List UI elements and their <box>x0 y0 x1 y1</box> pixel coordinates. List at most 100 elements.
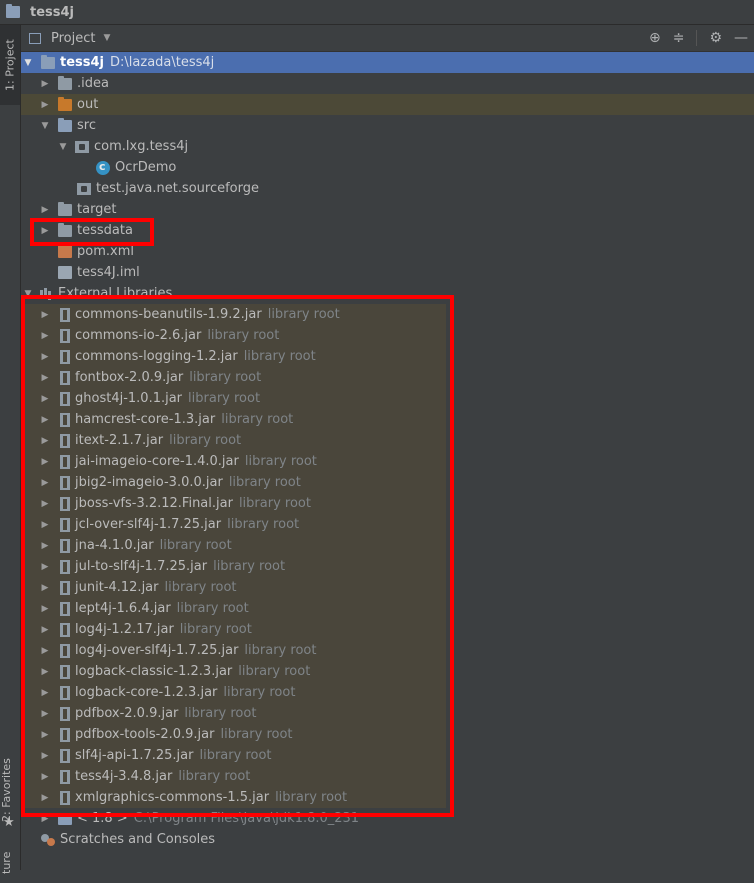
library-item[interactable]: ▶ hamcrest-core-1.3.jar library root <box>21 409 446 430</box>
tree-item-scratches[interactable]: Scratches and Consoles <box>21 829 754 850</box>
project-tree: ▼ tess4j D:\lazada\tess4j ▶ .idea ▶ out … <box>21 52 754 870</box>
window-title: tess4j <box>30 4 75 20</box>
collapsed-arrow-icon[interactable]: ▶ <box>40 478 50 488</box>
collapsed-arrow-icon[interactable]: ▶ <box>40 457 50 467</box>
structure-tool-tab[interactable]: ture <box>0 843 20 883</box>
library-item[interactable]: ▶ jai-imageio-core-1.4.0.jar library root <box>21 451 446 472</box>
tree-item-idea[interactable]: ▶ .idea <box>21 73 754 94</box>
gear-icon[interactable]: ⚙ <box>709 30 722 46</box>
collapsed-arrow-icon[interactable]: ▶ <box>40 436 50 446</box>
collapsed-arrow-icon[interactable]: ▶ <box>40 583 50 593</box>
library-item[interactable]: ▶ jul-to-slf4j-1.7.25.jar library root <box>21 556 446 577</box>
library-item[interactable]: ▶ jbig2-imageio-3.0.0.jar library root <box>21 472 446 493</box>
library-name: log4j-1.2.17.jar <box>75 622 174 637</box>
project-view-selector[interactable]: Project ▼ <box>29 31 110 46</box>
collapsed-arrow-icon[interactable]: ▶ <box>40 352 50 362</box>
library-item[interactable]: ▶ commons-io-2.6.jar library root <box>21 325 446 346</box>
collapsed-arrow-icon[interactable]: ▶ <box>40 751 50 761</box>
expand-arrow-icon[interactable]: ▼ <box>58 142 68 152</box>
library-root-hint: library root <box>227 517 300 532</box>
root-name: tess4j <box>60 55 105 70</box>
minimize-icon[interactable]: — <box>734 30 748 46</box>
tree-item-tessdata[interactable]: ▶ tessdata <box>21 220 754 241</box>
library-item[interactable]: ▶ fontbox-2.0.9.jar library root <box>21 367 446 388</box>
project-folder-icon <box>6 4 20 18</box>
tree-item-target[interactable]: ▶ target <box>21 199 754 220</box>
tree-item-test-package[interactable]: test.java.net.sourceforge <box>21 178 754 199</box>
collapsed-arrow-icon[interactable]: ▶ <box>40 100 50 110</box>
library-item[interactable]: ▶ jcl-over-slf4j-1.7.25.jar library root <box>21 514 446 535</box>
collapsed-arrow-icon[interactable]: ▶ <box>40 520 50 530</box>
collapsed-arrow-icon[interactable]: ▶ <box>40 730 50 740</box>
library-name: pdfbox-tools-2.0.9.jar <box>75 727 215 742</box>
collapsed-arrow-icon[interactable]: ▶ <box>40 772 50 782</box>
library-root-hint: library root <box>164 580 237 595</box>
collapsed-arrow-icon[interactable]: ▶ <box>40 793 50 803</box>
library-item[interactable]: ▶ itext-2.1.7.jar library root <box>21 430 446 451</box>
toolbar-divider <box>696 30 698 46</box>
library-item[interactable]: ▶ log4j-1.2.17.jar library root <box>21 619 446 640</box>
collapsed-arrow-icon[interactable]: ▶ <box>40 667 50 677</box>
collapsed-arrow-icon[interactable]: ▶ <box>40 373 50 383</box>
collapsed-arrow-icon[interactable]: ▶ <box>40 205 50 215</box>
project-tool-tab[interactable]: 1: Project <box>0 25 20 105</box>
library-item[interactable]: ▶ jboss-vfs-3.2.12.Final.jar library root <box>21 493 446 514</box>
item-label: tessdata <box>77 223 133 238</box>
collapsed-arrow-icon[interactable]: ▶ <box>40 604 50 614</box>
collapsed-arrow-icon[interactable]: ▶ <box>40 562 50 572</box>
collapsed-arrow-icon[interactable]: ▶ <box>40 394 50 404</box>
library-item[interactable]: ▶ tess4j-3.4.8.jar library root <box>21 766 446 787</box>
library-item[interactable]: ▶ xmlgraphics-commons-1.5.jar library root <box>21 787 446 808</box>
tree-item-ocrdemo[interactable]: OcrDemo <box>21 157 754 178</box>
jar-icon <box>60 433 70 448</box>
collapsed-arrow-icon[interactable]: ▶ <box>40 226 50 236</box>
library-name: xmlgraphics-commons-1.5.jar <box>75 790 270 805</box>
library-item[interactable]: ▶ commons-beanutils-1.9.2.jar library root <box>21 304 446 325</box>
collapsed-arrow-icon[interactable]: ▶ <box>40 541 50 551</box>
tree-item-iml[interactable]: tess4J.iml <box>21 262 754 283</box>
expand-arrow-icon[interactable]: ▼ <box>40 121 50 131</box>
tree-item-pom[interactable]: pom.xml <box>21 241 754 262</box>
library-name: commons-io-2.6.jar <box>75 328 202 343</box>
collapsed-arrow-icon[interactable]: ▶ <box>40 499 50 509</box>
maven-file-icon <box>58 245 72 258</box>
library-item[interactable]: ▶ pdfbox-2.0.9.jar library root <box>21 703 446 724</box>
item-label: tess4J.iml <box>77 265 140 280</box>
collapsed-arrow-icon[interactable]: ▶ <box>40 688 50 698</box>
collapsed-arrow-icon[interactable]: ▶ <box>40 310 50 320</box>
library-item[interactable]: ▶ log4j-over-slf4j-1.7.25.jar library root <box>21 640 446 661</box>
library-item[interactable]: ▶ junit-4.12.jar library root <box>21 577 446 598</box>
tree-item-out[interactable]: ▶ out <box>21 94 754 115</box>
library-item[interactable]: ▶ lept4j-1.6.4.jar library root <box>21 598 446 619</box>
library-item[interactable]: ▶ jna-4.1.0.jar library root <box>21 535 446 556</box>
collapse-all-icon[interactable]: ≑ <box>673 30 685 46</box>
item-label: Scratches and Consoles <box>60 832 216 847</box>
collapsed-arrow-icon[interactable]: ▶ <box>40 79 50 89</box>
library-item[interactable]: ▶ pdfbox-tools-2.0.9.jar library root <box>21 724 446 745</box>
expand-arrow-icon[interactable]: ▼ <box>23 289 33 299</box>
collapsed-arrow-icon[interactable]: ▶ <box>40 625 50 635</box>
jar-icon <box>60 328 70 343</box>
java-class-icon <box>96 160 110 175</box>
collapsed-arrow-icon[interactable]: ▶ <box>40 331 50 341</box>
tree-item-jdk[interactable]: ▶ < 1.8 > C:\Program Files\Java\jdk1.8.0… <box>21 808 754 829</box>
locate-icon[interactable]: ⊕ <box>649 30 661 46</box>
library-item[interactable]: ▶ commons-logging-1.2.jar library root <box>21 346 446 367</box>
library-item[interactable]: ▶ slf4j-api-1.7.25.jar library root <box>21 745 446 766</box>
library-item[interactable]: ▶ logback-classic-1.2.3.jar library root <box>21 661 446 682</box>
tree-item-package[interactable]: ▼ com.lxg.tess4j <box>21 136 754 157</box>
collapsed-arrow-icon[interactable]: ▶ <box>40 646 50 656</box>
expand-arrow-icon[interactable]: ▼ <box>23 58 33 68</box>
tree-item-src[interactable]: ▼ src <box>21 115 754 136</box>
library-root-hint: library root <box>188 391 261 406</box>
collapsed-arrow-icon[interactable]: ▶ <box>40 415 50 425</box>
collapsed-arrow-icon[interactable]: ▶ <box>40 709 50 719</box>
tree-root-tess4j[interactable]: ▼ tess4j D:\lazada\tess4j <box>21 52 754 73</box>
collapsed-arrow-icon[interactable]: ▶ <box>40 814 50 824</box>
library-item[interactable]: ▶ ghost4j-1.0.1.jar library root <box>21 388 446 409</box>
library-item[interactable]: ▶ logback-core-1.2.3.jar library root <box>21 682 446 703</box>
library-root-hint: library root <box>159 538 232 553</box>
jar-icon <box>60 475 70 490</box>
library-root-hint: library root <box>228 475 301 490</box>
tree-item-external-libraries[interactable]: ▼ External Libraries <box>21 283 754 304</box>
